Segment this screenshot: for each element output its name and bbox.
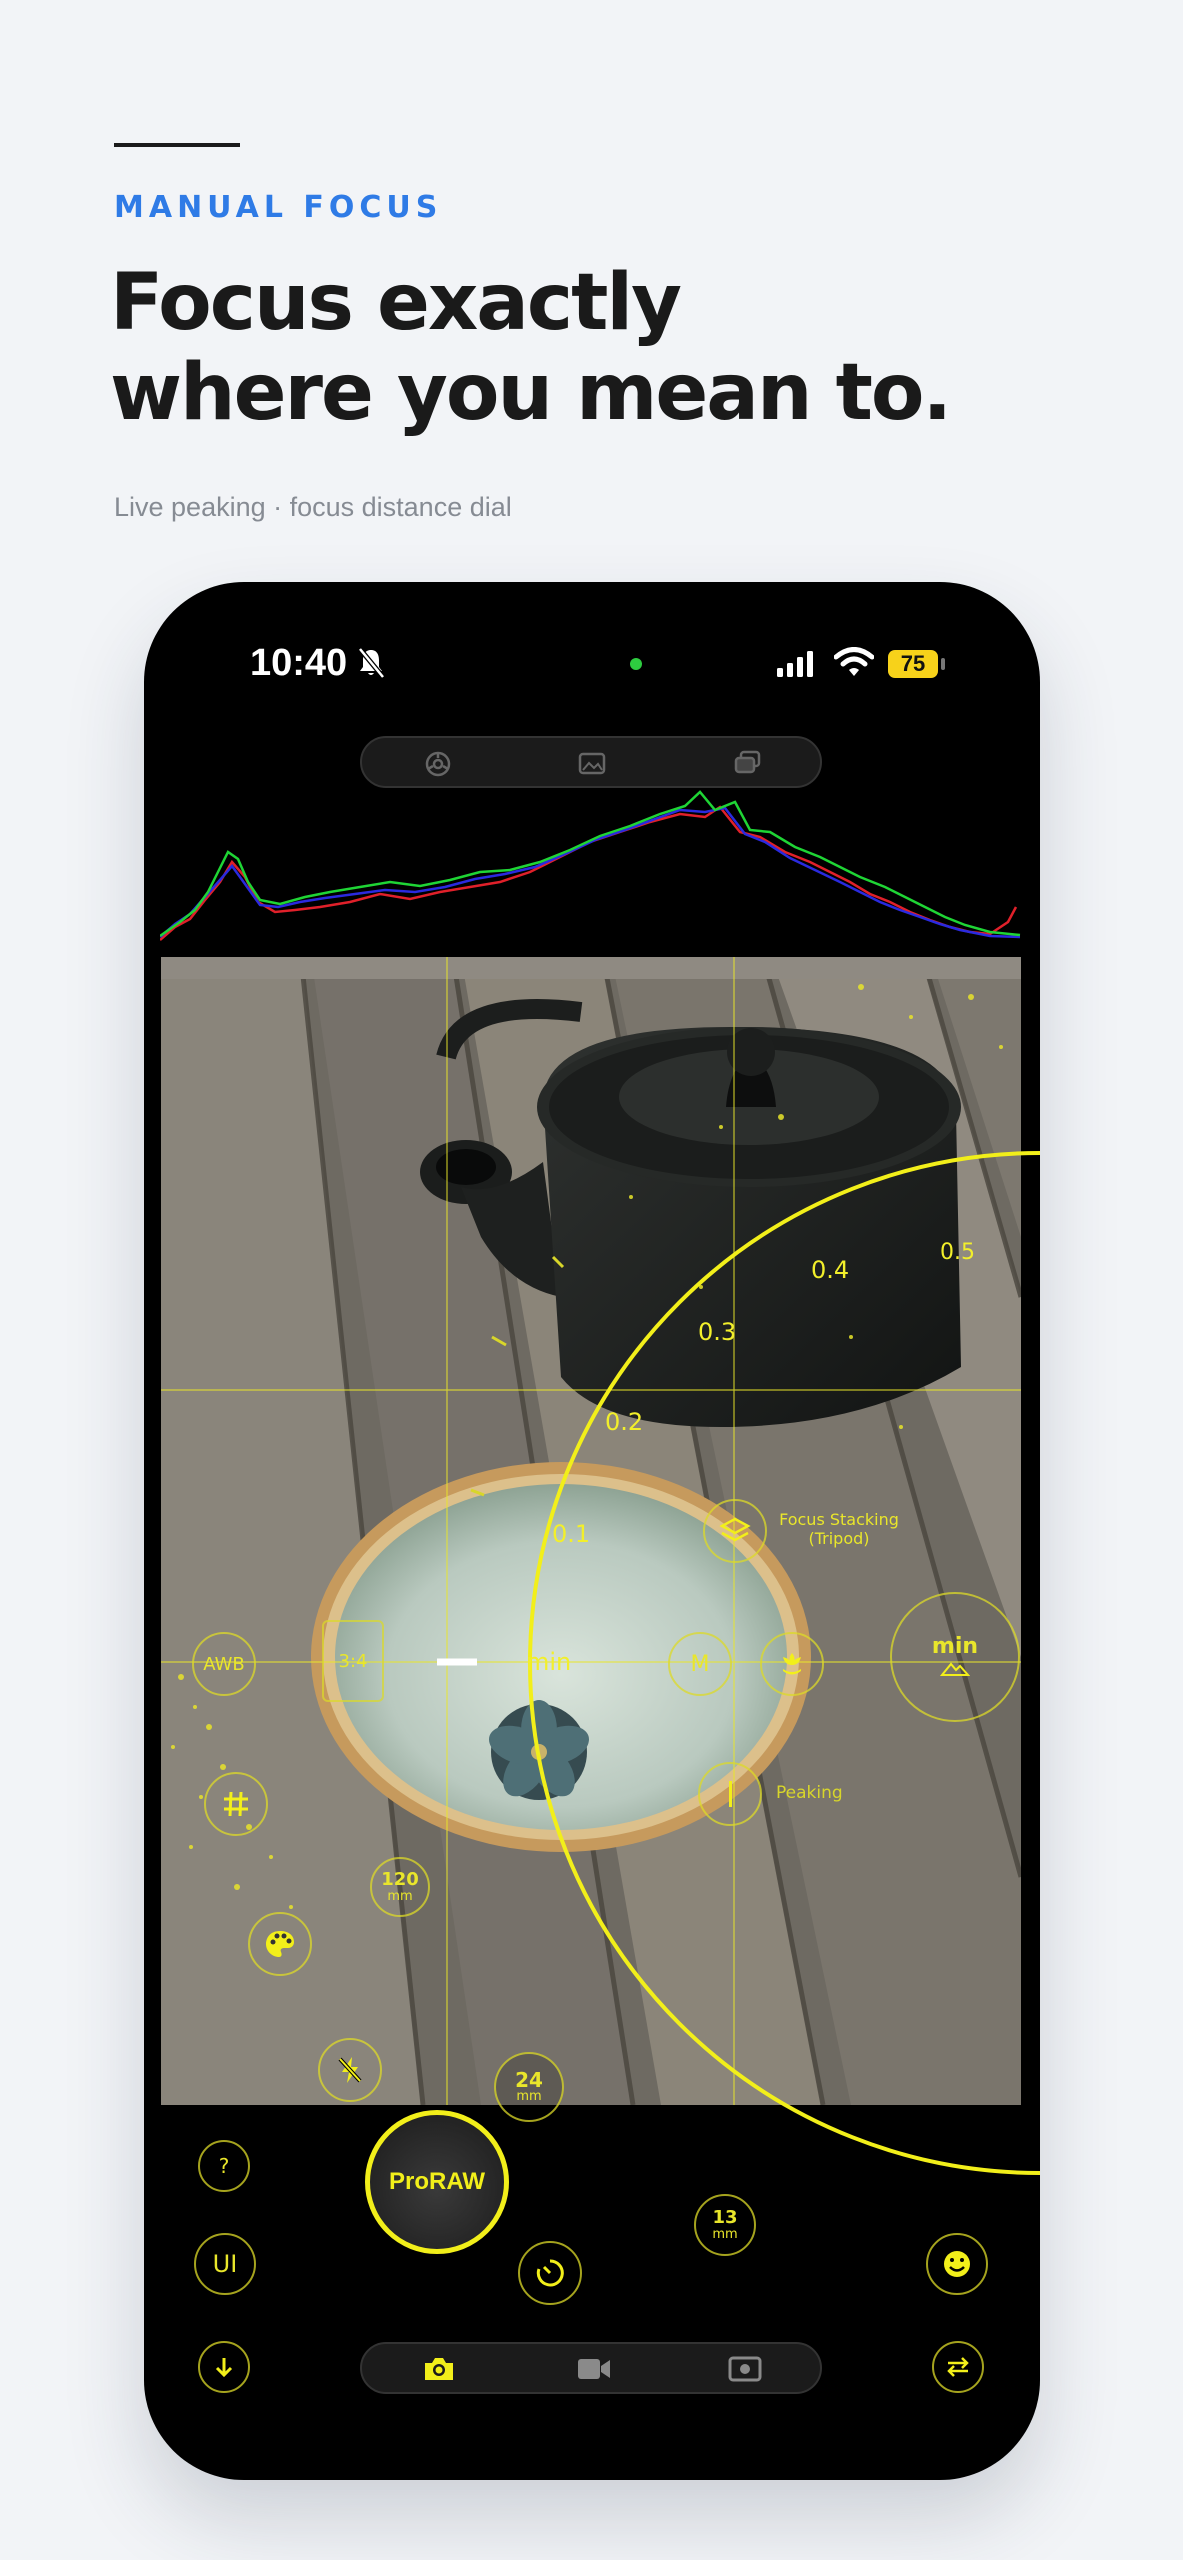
headline-line-1: Focus exactly — [110, 258, 682, 348]
video-camera-icon[interactable] — [576, 2357, 612, 2381]
status-time: 10:40 — [250, 642, 348, 684]
focus-dial-min-label: min — [526, 1648, 572, 1676]
stack-layers-icon — [719, 1517, 751, 1542]
macro-flower-button[interactable] — [760, 1632, 824, 1696]
manual-focus-label: M — [690, 1651, 710, 1677]
ui-toggle-button[interactable]: UI — [194, 2233, 256, 2295]
palette-button[interactable] — [248, 1912, 312, 1976]
shutter-label: ProRAW — [389, 2168, 485, 2195]
lens-13-unit: mm — [712, 2227, 738, 2242]
help-button[interactable]: ? — [198, 2140, 250, 2192]
focus-tick-0-5: 0.5 — [940, 1240, 975, 1265]
phone-frame: 10:40 75 0.1 0.2 0.3 0.4 0.5 min AWB 3:4… — [144, 582, 1040, 2480]
flash-off-button[interactable] — [318, 2038, 382, 2102]
swap-camera-button[interactable] — [932, 2341, 984, 2393]
lens-24-unit: mm — [516, 2089, 542, 2104]
smiley-icon — [944, 2251, 970, 2277]
photo-camera-icon[interactable] — [422, 2355, 456, 2383]
timer-icon — [536, 2259, 564, 2287]
peaking-toggle[interactable] — [698, 1762, 762, 1826]
focus-stacking-label: Focus Stacking (Tripod) — [764, 1510, 914, 1548]
screen-record-icon[interactable] — [728, 2355, 762, 2383]
awb-label: AWB — [203, 1653, 245, 1675]
help-label: ? — [218, 2154, 230, 2178]
headline-line-2: where you mean to. — [110, 348, 952, 438]
peaking-bar-icon — [728, 1781, 732, 1807]
mountain-icon — [940, 1662, 970, 1676]
flash-off-icon — [338, 2057, 362, 2083]
focus-min-button[interactable]: min — [890, 1592, 1020, 1722]
battery-nub — [941, 658, 945, 670]
subtitle: Live peaking · focus distance dial — [114, 492, 512, 522]
focus-min-label: min — [931, 1634, 979, 1659]
download-button[interactable] — [198, 2341, 250, 2393]
focus-tick-0-3: 0.3 — [698, 1318, 737, 1346]
grid-button[interactable] — [204, 1772, 268, 1836]
manual-focus-button[interactable]: M — [668, 1632, 732, 1696]
grid-hash-icon — [224, 1791, 248, 1817]
arrow-down-icon — [215, 2358, 233, 2378]
eyebrow-label: MANUAL FOCUS — [114, 190, 443, 225]
awb-button[interactable]: AWB — [192, 1632, 256, 1696]
focus-stacking-line-2: (Tripod) — [808, 1529, 870, 1548]
aspect-ratio-button[interactable]: 3:4 — [322, 1620, 384, 1702]
lens-13mm-button[interactable]: 13 mm — [694, 2194, 756, 2256]
lens-13-value: 13 — [712, 2207, 738, 2228]
peaking-label: Peaking — [776, 1783, 843, 1803]
palette-icon — [266, 1931, 294, 1957]
lens-24mm-button[interactable]: 24 mm — [494, 2052, 564, 2122]
lens-120-unit: mm — [387, 1889, 413, 1904]
lens-24-value: 24 — [515, 2068, 543, 2092]
battery-level: 75 — [888, 650, 938, 678]
ui-label: UI — [212, 2250, 238, 2278]
shutter-proraw-button[interactable]: ProRAW — [365, 2110, 509, 2254]
focus-tick-0-1: 0.1 — [552, 1520, 591, 1548]
focus-stacking-button[interactable] — [703, 1499, 767, 1563]
bell-muted-icon — [358, 647, 385, 679]
signal-icon — [777, 651, 813, 677]
timer-button[interactable] — [518, 2241, 582, 2305]
headline: Focus exactly where you mean to. — [110, 258, 1110, 438]
aspect-ratio-label: 3:4 — [338, 1650, 368, 1672]
face-detect-button[interactable] — [926, 2233, 988, 2295]
capture-mode-switcher — [360, 2342, 822, 2394]
header-rule — [114, 143, 240, 147]
lens-120-value: 120 — [381, 1869, 419, 1890]
rgb-histogram — [160, 790, 1021, 941]
flower-icon — [783, 1653, 801, 1675]
swap-arrows-icon — [947, 2357, 969, 2377]
wifi-icon — [834, 647, 874, 676]
camera-in-use-indicator — [630, 658, 642, 670]
focus-tick-0-4: 0.4 — [811, 1256, 850, 1284]
focus-stacking-line-1: Focus Stacking — [779, 1510, 899, 1529]
focus-tick-0-2: 0.2 — [605, 1408, 644, 1436]
lens-120mm-button[interactable]: 120 mm — [370, 1857, 430, 1917]
